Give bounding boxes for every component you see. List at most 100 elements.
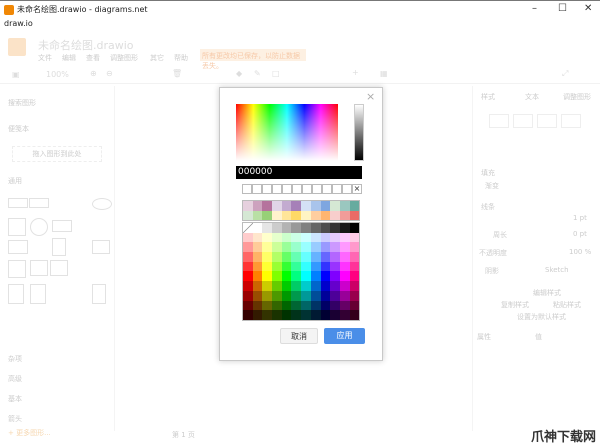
preset-swatch[interactable] (320, 210, 331, 221)
fill-color-icon[interactable]: ◆ (236, 69, 242, 78)
menu-file[interactable]: 文件 (38, 53, 52, 63)
color-swatch[interactable] (301, 300, 311, 311)
color-swatch[interactable] (349, 310, 360, 320)
color-swatch[interactable] (349, 290, 360, 301)
color-swatch[interactable] (272, 242, 282, 253)
color-swatch[interactable] (310, 252, 321, 262)
color-swatch[interactable] (281, 252, 292, 262)
fullscreen-icon[interactable]: ⤢ (562, 69, 568, 79)
color-swatch[interactable] (301, 242, 311, 253)
color-swatch[interactable] (349, 271, 360, 282)
shape-item[interactable] (30, 260, 48, 276)
shape-search-input[interactable]: 搜索图形 (8, 98, 36, 108)
apply-button[interactable]: 应用 (324, 328, 365, 344)
color-swatch[interactable] (272, 281, 282, 291)
app-menu-drawio[interactable]: draw.io (4, 19, 33, 28)
shape-item[interactable] (29, 198, 49, 208)
color-swatch[interactable] (243, 252, 253, 262)
color-swatch[interactable] (349, 300, 360, 311)
color-swatch[interactable] (330, 242, 340, 253)
insert-icon[interactable]: + (352, 68, 359, 77)
preset-swatch[interactable] (243, 210, 253, 221)
color-swatch[interactable] (252, 310, 263, 320)
color-swatch[interactable] (301, 281, 311, 291)
color-swatch[interactable] (301, 261, 311, 272)
document-name[interactable]: 未命名绘图.drawio (38, 37, 134, 53)
color-swatch[interactable] (339, 271, 350, 282)
color-swatch[interactable] (339, 232, 350, 243)
color-swatch[interactable] (330, 300, 340, 311)
scratchpad-header[interactable]: 便笺本 (8, 124, 29, 134)
preset-swatch[interactable] (281, 201, 292, 211)
color-swatch[interactable] (262, 261, 273, 272)
color-swatch[interactable] (301, 310, 311, 320)
shape-item[interactable] (50, 260, 68, 276)
color-swatch[interactable] (272, 232, 282, 243)
table-icon[interactable]: ▦ (380, 69, 388, 78)
recent-color-slot[interactable] (282, 184, 292, 194)
color-swatch[interactable] (262, 232, 273, 243)
color-swatch[interactable] (291, 232, 302, 243)
color-swatch[interactable] (272, 290, 282, 301)
color-swatch[interactable] (291, 261, 302, 272)
preset-swatch[interactable] (349, 210, 360, 221)
recent-color-slot[interactable] (242, 184, 252, 194)
perimeter-input[interactable]: 0 pt (573, 230, 587, 238)
color-swatch[interactable] (291, 300, 302, 311)
color-swatch[interactable] (339, 242, 350, 253)
color-swatch[interactable] (310, 310, 321, 320)
shape-item[interactable] (8, 198, 28, 208)
color-swatch[interactable] (310, 242, 321, 253)
menu-arrange[interactable]: 调整图形 (110, 53, 138, 63)
edit-style-button[interactable]: 编辑样式 (533, 288, 561, 298)
color-swatch[interactable] (301, 223, 311, 233)
color-swatch[interactable] (310, 290, 321, 301)
color-swatch[interactable] (243, 300, 253, 311)
color-swatch[interactable] (310, 300, 321, 311)
color-swatch[interactable] (330, 310, 340, 320)
color-swatch[interactable] (330, 232, 340, 243)
style-swatch[interactable] (561, 114, 581, 128)
color-swatch[interactable] (281, 290, 292, 301)
shape-item[interactable] (30, 284, 46, 304)
maximize-button[interactable]: ☐ (558, 3, 567, 14)
scratchpad-drop-area[interactable]: 拖入图形到此处 (12, 146, 102, 162)
tab-text[interactable]: 文本 (525, 92, 539, 102)
color-swatch[interactable] (301, 290, 311, 301)
color-swatch[interactable] (330, 271, 340, 282)
copy-style-button[interactable]: 复制样式 (501, 300, 529, 310)
preset-swatch[interactable] (310, 210, 321, 221)
color-swatch[interactable] (281, 271, 292, 282)
line-color-icon[interactable]: ✎ (254, 69, 261, 78)
minimize-button[interactable]: – (532, 3, 537, 14)
color-swatch[interactable] (349, 242, 360, 253)
preset-swatch[interactable] (272, 201, 282, 211)
section-advanced[interactable]: 高级 (8, 374, 22, 384)
preset-swatch[interactable] (301, 201, 311, 211)
cancel-button[interactable]: 取消 (280, 328, 318, 344)
preset-swatch[interactable] (310, 201, 321, 211)
color-swatch[interactable] (262, 242, 273, 253)
preset-swatch[interactable] (243, 201, 253, 211)
color-swatch[interactable] (310, 281, 321, 291)
line-checkbox-label[interactable]: 线条 (481, 202, 495, 212)
color-swatch[interactable] (301, 271, 311, 282)
view-icon[interactable]: ▣ (12, 70, 20, 79)
color-swatch[interactable] (349, 223, 360, 233)
delete-icon[interactable]: 🗑 (172, 69, 182, 78)
color-swatch[interactable] (320, 300, 331, 311)
color-swatch[interactable] (320, 271, 331, 282)
color-swatch[interactable] (272, 223, 282, 233)
menu-help[interactable]: 帮助 (174, 53, 188, 63)
style-swatch[interactable] (489, 114, 509, 128)
style-swatch[interactable] (537, 114, 557, 128)
preset-swatch[interactable] (291, 210, 302, 221)
color-spectrum[interactable] (236, 104, 338, 161)
preset-swatch[interactable] (262, 201, 273, 211)
color-swatch[interactable] (281, 281, 292, 291)
color-swatch[interactable] (252, 242, 263, 253)
recent-color-slot[interactable] (302, 184, 312, 194)
color-swatch[interactable] (330, 261, 340, 272)
color-swatch[interactable] (262, 223, 273, 233)
color-swatch[interactable] (320, 232, 331, 243)
